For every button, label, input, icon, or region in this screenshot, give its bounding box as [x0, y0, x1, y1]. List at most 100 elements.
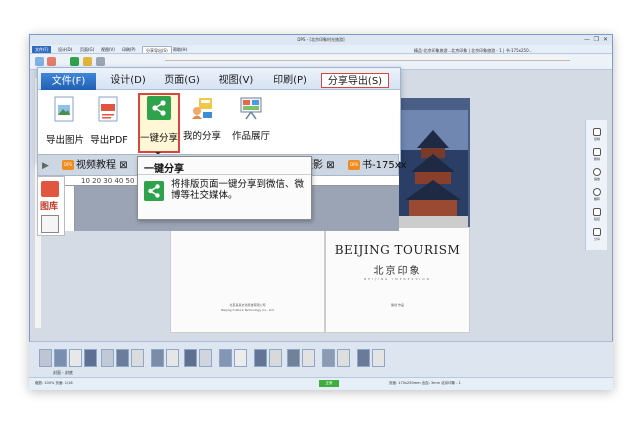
- export-image-button[interactable]: 导出图片: [44, 96, 86, 146]
- my-share-icon[interactable]: [83, 57, 92, 66]
- page-thumbnail[interactable]: [101, 349, 114, 367]
- tooltip-title: 一键分享: [144, 164, 184, 175]
- flip-icon: [593, 188, 601, 196]
- page-thumbnail[interactable]: [234, 349, 247, 367]
- page-thumbnail[interactable]: [84, 349, 97, 367]
- share-tool[interactable]: 分享: [589, 228, 605, 241]
- link-tool[interactable]: 链接: [589, 208, 605, 221]
- page-thumbnail[interactable]: [184, 349, 197, 367]
- maximize-button[interactable]: ❐: [594, 36, 599, 44]
- menu-view[interactable]: 视图(V): [98, 46, 118, 53]
- my-share-button[interactable]: 我的分享: [180, 96, 224, 142]
- my-share-icon: [192, 98, 212, 119]
- publisher-right: 策划 作品: [391, 303, 404, 307]
- menu-share-export[interactable]: 分享导出(S): [142, 46, 172, 53]
- share-icon[interactable]: [70, 57, 79, 66]
- page-thumbnail[interactable]: [357, 349, 370, 367]
- export-pdf-icon: [98, 96, 118, 122]
- delete-tool[interactable]: 删除: [589, 148, 605, 161]
- tab-scroll-left-icon[interactable]: ▶: [42, 158, 49, 174]
- dps-logo-icon: DPS: [62, 160, 74, 170]
- page-thumbnail[interactable]: [337, 349, 350, 367]
- page-thumbnail[interactable]: [269, 349, 282, 367]
- right-tool-panel: 复制 删除 缩放 翻转 链接 分享: [585, 120, 607, 250]
- menu-page[interactable]: 页面(G): [77, 46, 97, 53]
- ribbon-tab-bar: 文件(F) 设计(D) 页面(G) 视图(V) 印刷(P) 分享导出(S): [38, 68, 400, 90]
- left-library-panel: 图库: [37, 176, 65, 236]
- page-thumbnail[interactable]: [116, 349, 129, 367]
- export-pdf-icon[interactable]: [47, 57, 56, 66]
- link-icon: [593, 208, 601, 216]
- share-small-icon: [593, 228, 601, 236]
- library-label[interactable]: 图库: [40, 199, 58, 212]
- tab-design[interactable]: 设计(D): [108, 73, 148, 88]
- temple-of-heaven-image: [399, 110, 468, 227]
- gallery-icon: [240, 97, 262, 120]
- menu-design[interactable]: 设计(D): [55, 46, 75, 53]
- share-tooltip: 一键分享 将排版页面一键分享到微信、微博等社交媒体。: [137, 156, 312, 220]
- page-thumbnail-strip: 封面 - 封底: [29, 341, 613, 377]
- tooltip-text: 将排版页面一键分享到微信、微博等社交媒体。: [171, 179, 305, 201]
- book-title: BEIJING TOURISM: [334, 243, 461, 257]
- page-thumbnail[interactable]: [166, 349, 179, 367]
- zoom-tool[interactable]: 缩放: [589, 168, 605, 181]
- page-thumbnail[interactable]: [54, 349, 67, 367]
- page-thumbnail[interactable]: [302, 349, 315, 367]
- export-image-icon[interactable]: [35, 57, 44, 66]
- window-title: DPS - [北京印象时光旅游]: [297, 37, 345, 42]
- close-button[interactable]: ✕: [603, 36, 608, 44]
- page-thumbnail[interactable]: [69, 349, 82, 367]
- thumbnail-label: 封面 - 封底: [53, 370, 73, 375]
- zoom-icon: [593, 168, 601, 176]
- page-thumbnail[interactable]: [322, 349, 335, 367]
- share-icon: [147, 96, 171, 120]
- tab-print[interactable]: 印刷(P): [270, 73, 310, 88]
- page-thumbnail[interactable]: [287, 349, 300, 367]
- tab-share-export[interactable]: 分享导出(S): [321, 73, 389, 88]
- ribbon-zoom: 文件(F) 设计(D) 页面(G) 视图(V) 印刷(P) 分享导出(S) 导出…: [37, 67, 401, 162]
- page-thumbnail[interactable]: [39, 349, 52, 367]
- book-subtitle-small: BEIJING IMPRESSION: [364, 277, 431, 281]
- tab-file[interactable]: 文件(F): [41, 73, 96, 90]
- tab-close-icon[interactable]: ⊠: [119, 160, 127, 171]
- flip-tool[interactable]: 翻转: [589, 188, 605, 201]
- delete-icon: [593, 148, 601, 156]
- status-mode-badge[interactable]: 正常: [319, 380, 339, 387]
- minimize-button[interactable]: —: [584, 36, 590, 44]
- works-gallery-button[interactable]: 作品展厅: [226, 96, 276, 142]
- one-click-share-button[interactable]: 一键分享: [138, 96, 180, 144]
- zoom-vertical-ruler: [65, 186, 75, 231]
- publisher-left-en: Beijing Culture Technology Co., Ltd: [221, 308, 274, 312]
- export-pdf-button[interactable]: 导出PDF: [88, 96, 130, 146]
- horizontal-ruler: [165, 55, 570, 61]
- export-image-icon: [54, 96, 74, 122]
- page-thumbnail[interactable]: [219, 349, 232, 367]
- layout-icon[interactable]: [41, 215, 59, 233]
- menu-print[interactable]: 印刷(P): [119, 46, 139, 53]
- page-thumbnail[interactable]: [199, 349, 212, 367]
- page-thumbnail[interactable]: [372, 349, 385, 367]
- library-icon[interactable]: [41, 181, 59, 197]
- tab-close-icon[interactable]: ⊠: [326, 160, 334, 171]
- publisher-left: 北京某某文化科技有限公司: [229, 303, 266, 307]
- book-page-left[interactable]: [170, 227, 325, 333]
- gallery-icon[interactable]: [96, 57, 105, 66]
- status-bar: 缩放: 100% 页面: 1/16 正常 页面: 175x250mm 出血: 3…: [29, 377, 613, 390]
- dps-logo-icon: DPS: [348, 160, 360, 170]
- tab-page[interactable]: 页面(G): [162, 73, 202, 88]
- copy-tool[interactable]: 复制: [589, 128, 605, 141]
- tooltip-divider: [138, 174, 311, 175]
- status-left: 缩放: 100% 页面: 1/16: [35, 381, 73, 385]
- doc-tab-video-tutorial[interactable]: DPS 视频教程 ⊠: [62, 158, 128, 174]
- status-right: 页面: 175x250mm 出血: 3mm 北京印象 - 1: [389, 381, 461, 385]
- share-icon: [144, 181, 164, 201]
- title-bar: DPS - [北京印象时光旅游] — ❐ ✕: [30, 35, 612, 45]
- page-thumbnail[interactable]: [151, 349, 164, 367]
- menu-file[interactable]: 文件(F): [32, 46, 52, 53]
- page-thumbnail[interactable]: [131, 349, 144, 367]
- tab-view[interactable]: 视图(V): [216, 73, 256, 88]
- menu-help[interactable]: 帮助(H): [170, 46, 190, 53]
- page-thumbnail[interactable]: [254, 349, 267, 367]
- doc-tab-book[interactable]: DPS 书-175xx: [348, 158, 407, 174]
- book-subtitle-cn: 北京印象: [373, 266, 422, 277]
